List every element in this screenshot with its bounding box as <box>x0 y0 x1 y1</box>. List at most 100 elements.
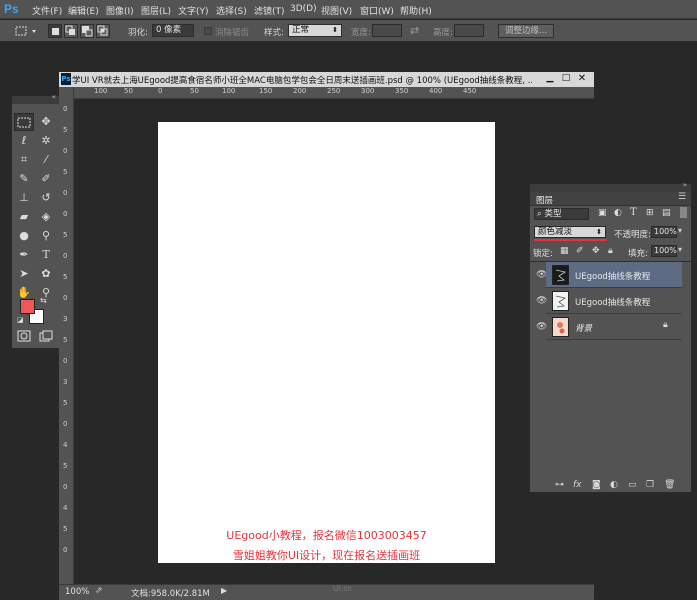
brush-tool[interactable]: ✐ <box>36 170 56 188</box>
menu-filter[interactable]: 滤镜(T) <box>254 4 285 17</box>
refine-edge-button[interactable]: 调整边缘... <box>498 24 554 38</box>
lock-image-icon[interactable]: ✐ <box>576 246 584 256</box>
collapse-icon[interactable]: « <box>52 93 56 101</box>
path-selection-tool[interactable]: ➤ <box>14 265 34 283</box>
shape-filter-icon[interactable]: ⊞ <box>646 208 654 218</box>
lock-position-icon[interactable]: ✥ <box>592 246 600 256</box>
clone-stamp-tool[interactable]: ⊥ <box>14 189 34 207</box>
quick-mask-button[interactable] <box>14 330 34 348</box>
lasso-tool[interactable]: ℓ <box>14 132 34 150</box>
new-selection-button[interactable] <box>48 24 62 38</box>
zoom-level[interactable]: 100% <box>65 587 89 597</box>
maximize-button[interactable]: □ <box>559 73 573 85</box>
vertical-ruler[interactable]: 0 5 0 5 0 0 5 0 5 0 3 5 0 3 5 0 4 5 0 4 5 0 <box>59 87 74 587</box>
drop-icon: ● <box>19 229 29 242</box>
fill-slider-toggle[interactable]: ▾ <box>678 245 682 254</box>
link-layers-icon[interactable]: ⊶ <box>555 480 564 490</box>
opacity-input[interactable]: 100% <box>651 226 677 238</box>
rectangular-marquee-tool[interactable] <box>14 113 34 131</box>
layer-name[interactable]: UEgood抽线条教程 <box>575 296 650 308</box>
menu-type[interactable]: 文字(Y) <box>178 4 209 17</box>
add-selection-button[interactable] <box>64 24 78 38</box>
delete-layer-icon[interactable]: 🗑︎ <box>664 480 675 490</box>
pixel-filter-icon[interactable]: ▣ <box>598 208 607 218</box>
menu-window[interactable]: 窗口(W) <box>360 4 394 17</box>
layer-filter-select[interactable]: ⌕ 类型 <box>534 208 589 220</box>
screen-mode-button[interactable] <box>36 330 56 348</box>
healing-brush-tool[interactable]: ✎ <box>14 170 34 188</box>
history-brush-tool[interactable]: ↺ <box>36 189 56 207</box>
vruler-label: 3 <box>63 378 68 386</box>
move-tool[interactable]: ✥ <box>36 113 56 131</box>
style-select[interactable]: 正常 ⬍ <box>288 24 342 37</box>
panel-menu-icon[interactable]: ☰ <box>678 192 686 202</box>
menu-image[interactable]: 图像(I) <box>106 4 134 17</box>
feather-input[interactable]: 0 像素 <box>152 24 194 37</box>
collapse-icon[interactable]: » <box>683 181 687 189</box>
layer-name[interactable]: UEgood抽线条教程 <box>575 270 650 282</box>
foreground-color-swatch[interactable] <box>20 299 35 314</box>
layers-panel-header[interactable]: » <box>530 181 691 192</box>
status-arrow-icon[interactable]: ▶ <box>221 586 227 595</box>
filter-toggle[interactable] <box>680 207 687 218</box>
vruler-label: 4 <box>63 504 68 512</box>
menu-help[interactable]: 帮助(H) <box>400 4 432 17</box>
close-button[interactable]: ✕ <box>575 73 589 85</box>
document-title-bar[interactable]: Ps 学UI VR就去上海UEgood提高食宿名师小班全MAC电脑包学包会全日周… <box>59 72 594 87</box>
type-tool[interactable]: T <box>36 246 56 264</box>
blur-tool[interactable]: ● <box>14 227 34 245</box>
vruler-label: 0 <box>63 357 68 365</box>
layers-tab[interactable]: 图层 <box>536 194 553 206</box>
dodge-tool[interactable]: ⚲ <box>36 227 56 245</box>
horizontal-ruler[interactable]: 100 50 0 50 100 150 200 250 300 350 400 … <box>74 87 594 99</box>
vruler-label: 5 <box>63 399 68 407</box>
lock-all-icon[interactable]: 🔒︎ <box>608 246 613 256</box>
status-menu-icon[interactable]: ⇗ <box>95 586 103 596</box>
eyedropper-tool[interactable]: ⁄ <box>36 151 56 169</box>
layer-style-icon[interactable]: fx <box>573 480 582 490</box>
blend-mode-select[interactable]: 颜色减淡 ⬍ <box>534 226 606 238</box>
height-input[interactable] <box>454 24 484 37</box>
adjustment-filter-icon[interactable]: ◐ <box>614 208 622 218</box>
opacity-slider-toggle[interactable]: ▾ <box>678 226 682 235</box>
fill-input[interactable]: 100% <box>651 245 677 257</box>
pen-tool[interactable]: ✒ <box>14 246 34 264</box>
menu-edit[interactable]: 编辑(E) <box>68 4 99 17</box>
layer-name[interactable]: 背景 <box>575 322 592 334</box>
menu-file[interactable]: 文件(F) <box>32 4 62 17</box>
layers-tab-strip: 图层 ☰ <box>530 192 691 206</box>
eraser-tool[interactable]: ▰ <box>14 208 34 226</box>
sketch-thumbnail-icon <box>555 295 567 308</box>
style-select-value: 正常 <box>292 25 310 35</box>
swap-dimensions-icon[interactable]: ⇄ <box>410 24 419 37</box>
type-filter-icon[interactable]: T <box>630 207 637 218</box>
new-layer-icon[interactable]: ❐ <box>646 480 654 490</box>
smart-object-filter-icon[interactable]: ▤ <box>662 208 671 218</box>
add-mask-icon[interactable]: ◙ <box>592 480 601 490</box>
menu-3d[interactable]: 3D(D) <box>290 4 317 14</box>
vruler-label: 5 <box>63 336 68 344</box>
subtract-selection-button[interactable] <box>80 24 94 38</box>
antialias-checkbox[interactable] <box>204 27 212 35</box>
adjustment-layer-icon[interactable]: ◐ <box>610 480 618 490</box>
layer-row[interactable]: 背景 🔒︎ <box>546 314 682 340</box>
new-group-icon[interactable]: ▭ <box>628 480 637 490</box>
menu-view[interactable]: 视图(V) <box>321 4 352 17</box>
shape-tool[interactable]: ✿ <box>36 265 56 283</box>
menu-layer[interactable]: 图层(L) <box>141 4 171 17</box>
crop-tool[interactable]: ⌗ <box>14 151 34 169</box>
minimize-button[interactable]: ▁ <box>543 73 557 85</box>
paint-bucket-tool[interactable]: ◈ <box>36 208 56 226</box>
swap-colors-icon[interactable]: ⇆ <box>40 296 47 305</box>
layer-row[interactable]: UEgood抽线条教程 <box>546 288 682 314</box>
default-colors-icon[interactable]: ◪ <box>17 316 24 324</box>
marquee-tool-preset[interactable] <box>12 24 40 38</box>
magic-wand-tool[interactable]: ✲ <box>36 132 56 150</box>
menu-select[interactable]: 选择(S) <box>216 4 247 17</box>
width-input[interactable] <box>372 24 402 37</box>
document-canvas[interactable] <box>158 122 495 563</box>
lock-transparency-icon[interactable]: ▦ <box>560 246 569 256</box>
layer-row[interactable]: UEgood抽线条教程 <box>546 262 682 288</box>
intersect-selection-button[interactable] <box>96 24 110 38</box>
tools-panel-header[interactable]: « <box>12 93 60 104</box>
